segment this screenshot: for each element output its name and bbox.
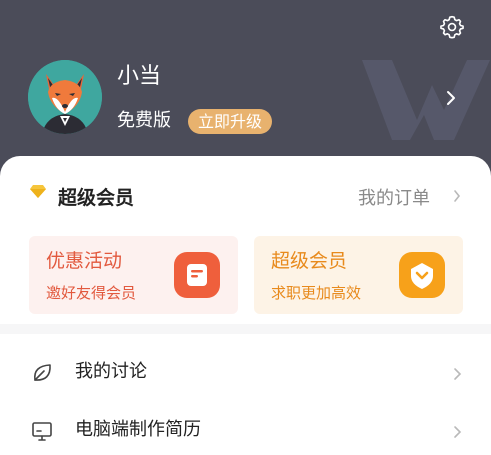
promo-activity-card[interactable]: 优惠活动 邀好友得会员 [29,236,238,314]
heart-shield-icon [411,263,433,289]
my-orders-link[interactable]: 我的订单 [358,185,430,213]
promo-subtitle: 邀好友得会员 [46,284,137,302]
leaf-icon [33,364,51,381]
section-divider [0,324,491,334]
promo-badge [399,252,445,298]
username: 小当 [117,64,162,89]
monitor-icon [32,422,52,441]
edition-label: 免费版 [117,110,171,131]
promo-badge [174,252,220,298]
promo-subtitle: 求职更加高效 [271,284,362,302]
diamond-icon [30,185,46,198]
menu-item-my-discussions[interactable]: 我的讨论 [0,344,491,402]
promo-title: 优惠活动 [46,250,123,272]
menu-item-label: 电脑端制作简历 [75,419,201,440]
vip-title: 超级会员 [58,187,135,209]
brand-watermark-icon [362,60,490,140]
promo-title: 超级会员 [271,250,348,272]
chevron-right-icon [454,190,461,202]
menu-item-desktop-resume[interactable]: 电脑端制作简历 [0,402,491,455]
settings-gear-icon[interactable] [439,14,465,40]
profile-chevron-right-icon[interactable] [441,86,461,110]
chevron-right-icon [454,426,462,438]
chevron-right-icon [454,368,462,380]
fox-avatar-icon [28,60,102,134]
menu-item-label: 我的讨论 [75,361,147,382]
coupon-icon [187,264,207,286]
upgrade-button[interactable]: 立即升级 [188,109,273,134]
vip-card: 超级会员 我的订单 优惠活动 邀好友得会员 超级会员 求职更加高效 [0,156,491,324]
avatar[interactable] [28,60,102,134]
promo-vip-card[interactable]: 超级会员 求职更加高效 [254,236,463,314]
